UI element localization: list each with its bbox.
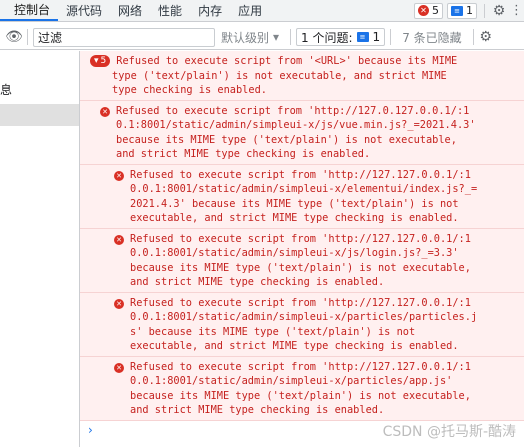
error-count: 5 [432, 4, 439, 17]
console-messages: ▾ 5 Refused to execute script from '<URL>'… [80, 51, 524, 447]
issues-count: 1 [372, 30, 381, 44]
message-line: ▾ 5 Refused to execute script from '<URL>'… [90, 54, 520, 69]
divider [484, 3, 485, 18]
prompt-icon[interactable]: › [88, 423, 93, 437]
console-sidebar: 息 [0, 51, 80, 447]
chevron-down-icon: ▾ [273, 30, 280, 44]
message-line: type checking is enabled. [112, 84, 267, 96]
message-line: because its MIME type ('text/plain') is … [130, 261, 471, 274]
watermark: CSDN @托马斯-酷涛 [382, 424, 516, 440]
tab-memory[interactable]: 内存 [190, 0, 230, 21]
issues-label: 1 个问题: [301, 30, 353, 45]
message-line: ✕ Refused to execute script from 'http://… [100, 104, 520, 119]
message-line: 0.1:8001/static/admin/simpleui-x/js/vue.… [116, 119, 476, 131]
eye-icon[interactable]: 👁 [0, 29, 23, 45]
devtools-tabbar: 控制台 源代码 网络 性能 内存 应用 ✕ 5 ≡ 1 ⚙ ⋮ [0, 0, 524, 22]
tab-console[interactable]: 控制台 [0, 0, 59, 21]
message-line: 0.0.1:8001/static/admin/simpleui-x/parti… [130, 311, 478, 323]
error-message[interactable]: ✕ Refused to execute script from 'http://… [80, 356, 524, 421]
error-icon: ✕ [114, 234, 124, 245]
tab-tools: ✕ 5 ≡ 1 ⚙ ⋮ [414, 0, 524, 21]
message-line: ✕ Refused to execute script from 'http://… [114, 232, 520, 247]
gear-icon[interactable]: ⚙ [479, 30, 493, 44]
message-line: 0.0.1:8001/static/admin/simpleui-x/parti… [130, 375, 453, 387]
message-line: because its MIME type ('text/plain') is … [130, 389, 471, 402]
message-line: type ('text/plain') is not executable, a… [112, 69, 447, 82]
message-count-button[interactable]: ≡ 1 [447, 2, 477, 19]
message-line: s' because its MIME type ('text/plain') … [130, 325, 416, 338]
message-line: ✕ Refused to execute script from 'http://… [114, 360, 520, 375]
error-icon: ✕ [418, 5, 429, 16]
error-message[interactable]: ✕ Refused to execute script from 'http://… [80, 100, 524, 165]
issues-button[interactable]: 1 个问题: ≡ 1 [296, 28, 386, 46]
message-icon: ≡ [451, 5, 463, 16]
tabbar-spacer [270, 0, 414, 21]
message-line: and strict MIME type checking is enabled… [130, 276, 385, 288]
message-line: 2021.4.3' because its MIME type ('text/p… [130, 197, 459, 210]
more-icon[interactable]: ⋮ [510, 3, 523, 18]
error-count-button[interactable]: ✕ 5 [414, 2, 443, 19]
console-toolbar: 👁 过滤 默认级别 ▾ 1 个问题: ≡ 1 7 条已隐藏 ⚙ [0, 25, 524, 50]
log-levels-dropdown[interactable]: 默认级别 ▾ [215, 29, 285, 46]
group-count-badge[interactable]: ▾ 5 [90, 55, 111, 68]
message-line: 0.0.1:8001/static/admin/simpleui-x/js/lo… [130, 247, 459, 259]
hidden-count: 7 条已隐藏 [402, 30, 462, 45]
error-icon: ✕ [114, 298, 124, 309]
error-icon: ✕ [100, 106, 110, 117]
message-line: executable, and strict MIME type checkin… [130, 212, 459, 224]
sidebar-item-selected[interactable] [0, 104, 79, 126]
divider [27, 29, 28, 45]
error-icon: ✕ [114, 362, 124, 373]
message-count: 1 [466, 4, 473, 17]
message-line: and strict MIME type checking is enabled… [130, 404, 385, 416]
gear-icon[interactable]: ⚙ [492, 4, 506, 18]
message-line: 0.0.1:8001/static/admin/simpleui-x/eleme… [130, 183, 478, 195]
divider [390, 29, 392, 45]
levels-label: 默认级别 [221, 30, 270, 45]
sidebar-item-messages[interactable]: 息 [0, 81, 12, 98]
chevron-down-icon: ▾ [94, 56, 99, 66]
filter-input[interactable]: 过滤 [33, 27, 215, 47]
error-message[interactable]: ✕ Refused to execute script from 'http://… [80, 292, 524, 357]
tab-network[interactable]: 网络 [110, 0, 150, 21]
tab-sources[interactable]: 源代码 [58, 0, 110, 21]
divider [290, 29, 292, 45]
error-message[interactable]: ✕ Refused to execute script from 'http://… [80, 228, 524, 293]
message-line: executable, and strict MIME type checkin… [130, 340, 459, 352]
tab-performance[interactable]: 性能 [150, 0, 190, 21]
error-message[interactable]: ✕ Refused to execute script from 'http://… [80, 164, 524, 229]
error-icon: ✕ [114, 170, 124, 181]
tab-application[interactable]: 应用 [230, 0, 270, 21]
divider [472, 29, 474, 45]
message-line: ✕ Refused to execute script from 'http://… [114, 296, 520, 311]
message-line: and strict MIME type checking is enabled… [116, 148, 371, 160]
error-group-header[interactable]: ▾ 5 Refused to execute script from '<URL>'… [80, 51, 524, 101]
message-line: because its MIME type ('text/plain') is … [116, 133, 457, 146]
message-line: ✕ Refused to execute script from 'http://… [114, 168, 520, 183]
message-icon: ≡ [356, 32, 369, 42]
